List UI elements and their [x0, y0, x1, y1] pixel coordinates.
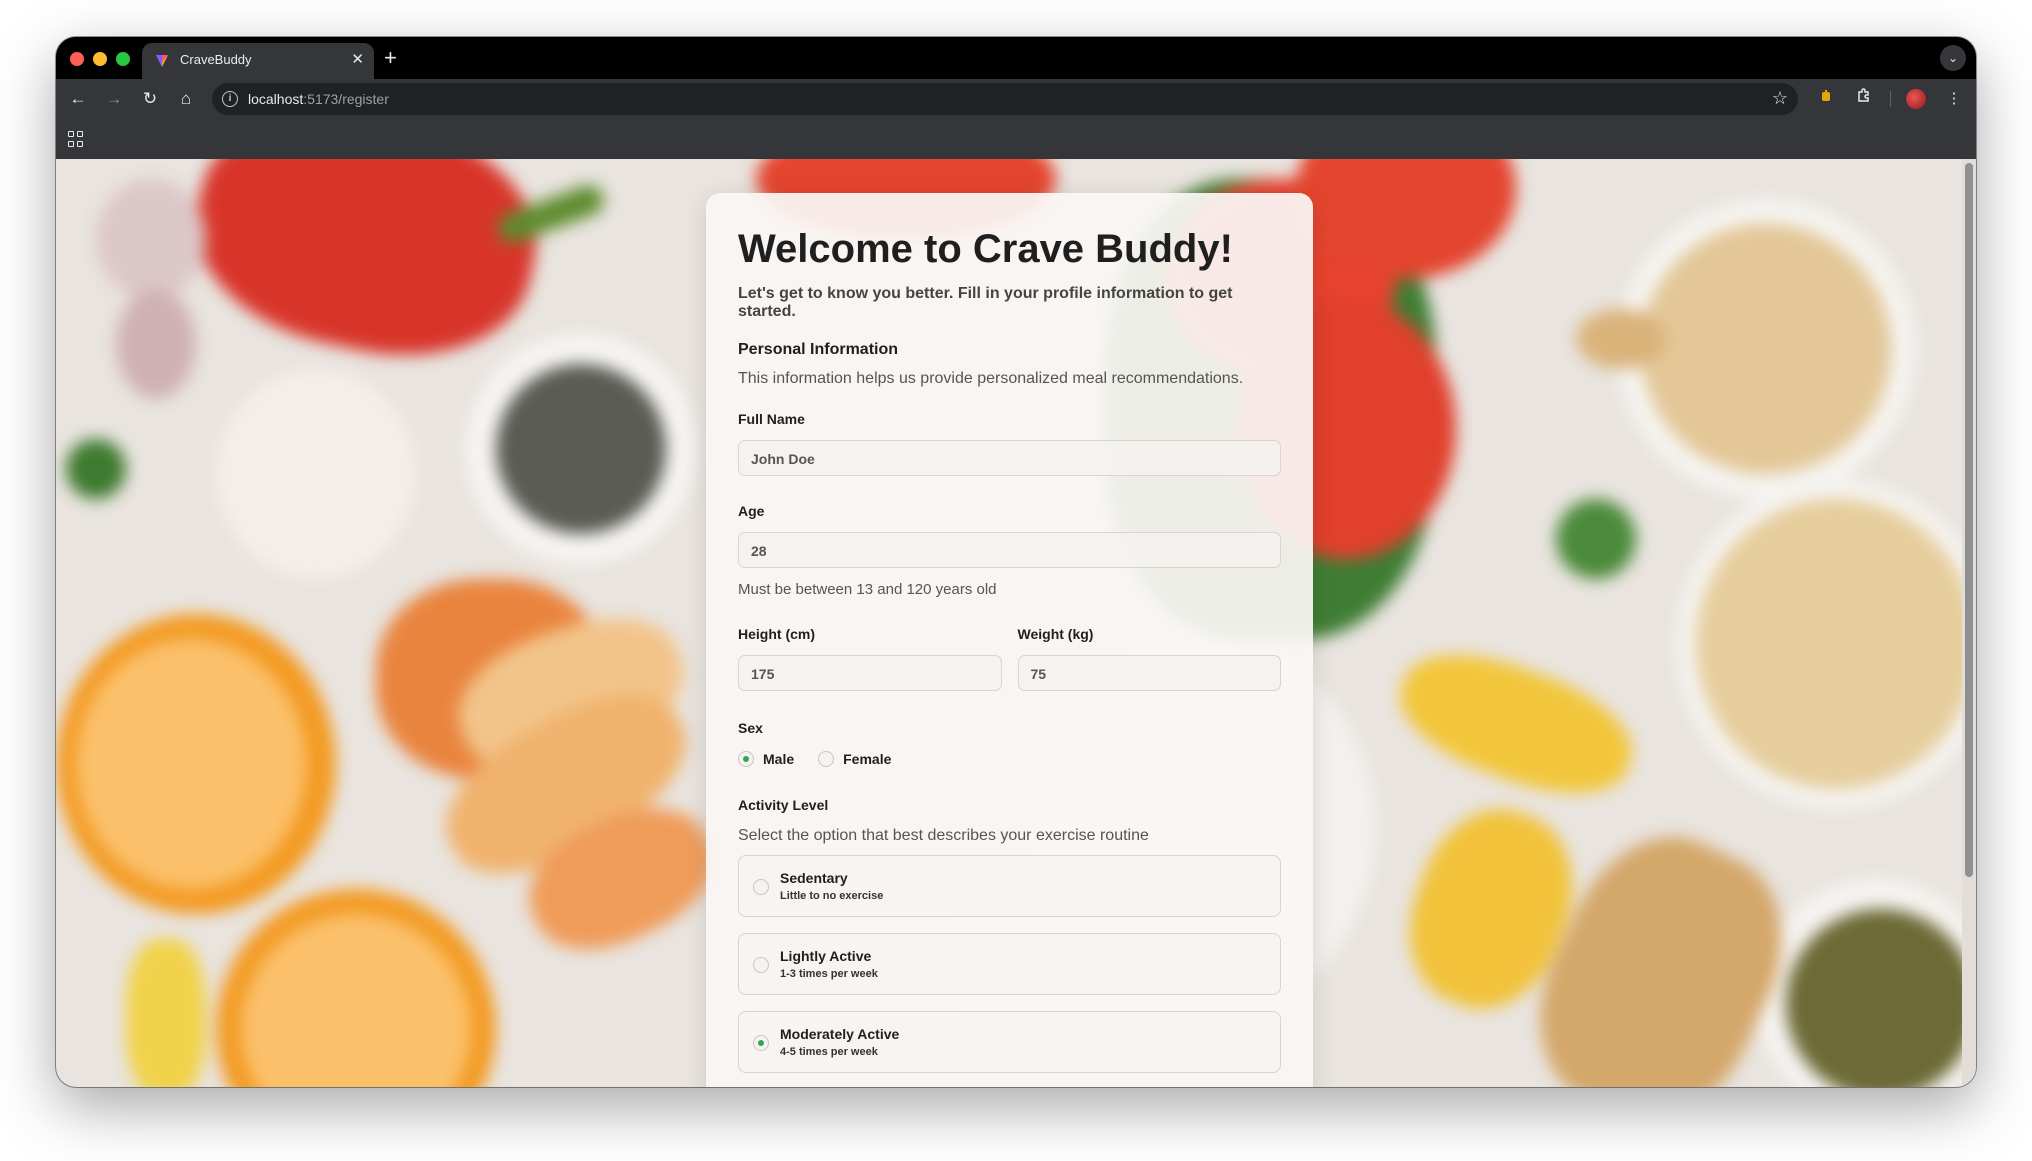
age-group: Age 28 Must be between 13 and 120 years … — [738, 503, 1281, 598]
address-url: localhost:5173/register — [248, 91, 389, 107]
activity-option-name: Lightly Active — [780, 948, 872, 964]
age-label: Age — [738, 503, 765, 519]
sedentary-radio[interactable] — [753, 879, 769, 895]
activity-option-name: Moderately Active — [780, 1026, 900, 1042]
female-label: Female — [843, 751, 892, 767]
cravebuddy-favicon-icon — [156, 55, 168, 67]
male-label: Male — [763, 751, 795, 767]
lightly-active-radio[interactable] — [753, 957, 769, 973]
close-window-button[interactable] — [70, 52, 84, 66]
bookmark-star-icon[interactable]: ☆ — [1772, 88, 1788, 109]
male-radio[interactable] — [738, 751, 754, 767]
weight-label: Weight (kg) — [1017, 626, 1094, 642]
extensions-puzzle-icon[interactable] — [1852, 87, 1876, 111]
full-name-group: Full Name John Doe — [738, 411, 1281, 476]
moderately-active-radio[interactable] — [753, 1035, 769, 1051]
reload-icon[interactable]: ↻ — [138, 87, 162, 111]
sex-option-female[interactable]: Female — [818, 751, 891, 767]
activity-option-sedentary[interactable]: Sedentary Little to no exercise — [738, 855, 1281, 917]
site-info-icon[interactable]: i — [222, 91, 238, 107]
profile-avatar[interactable] — [1906, 89, 1926, 109]
browser-tab[interactable]: CraveBuddy ✕ — [142, 43, 374, 79]
height-group: Height (cm) 175 — [738, 626, 1002, 691]
tab-search-chevron-icon[interactable]: ⌄ — [1940, 45, 1966, 71]
activity-option-moderately-active[interactable]: Moderately Active 4-5 times per week — [738, 1011, 1281, 1073]
page-viewport: Welcome to Crave Buddy! Let's get to kno… — [56, 159, 1976, 1087]
register-card: Welcome to Crave Buddy! Let's get to kno… — [706, 193, 1313, 1087]
browser-toolbar: ← → ↻ ⌂ i localhost:5173/register ☆ ⋮ — [56, 79, 1976, 119]
tab-strip: CraveBuddy ✕ + ⌄ — [56, 37, 1976, 79]
home-icon[interactable]: ⌂ — [174, 87, 198, 111]
browser-window: CraveBuddy ✕ + ⌄ ← → ↻ ⌂ i localhost:517… — [56, 37, 1976, 1087]
activity-description: Select the option that best describes yo… — [738, 827, 1149, 844]
height-input[interactable]: 175 — [738, 655, 1002, 691]
activity-option-desc: 4-5 times per week — [780, 1046, 878, 1058]
section-title: Personal Information — [738, 341, 899, 358]
age-input[interactable]: 28 — [738, 532, 1281, 568]
tab-title: CraveBuddy — [180, 52, 252, 67]
age-helper-text: Must be between 13 and 120 years old — [738, 581, 997, 598]
activity-option-lightly-active[interactable]: Lightly Active 1-3 times per week — [738, 933, 1281, 995]
menu-kebab-icon[interactable]: ⋮ — [1942, 87, 1966, 111]
full-name-label: Full Name — [738, 411, 805, 427]
height-weight-row: Height (cm) 175 Weight (kg) 75 — [738, 626, 1281, 691]
activity-option-desc: 1-3 times per week — [780, 968, 878, 980]
forward-arrow-icon[interactable]: → — [102, 87, 126, 111]
toolbar-separator — [1890, 91, 1891, 107]
female-radio[interactable] — [818, 751, 835, 767]
page-scrollbar[interactable] — [1962, 159, 1976, 1087]
weight-input[interactable]: 75 — [1017, 655, 1281, 691]
new-tab-icon[interactable]: + — [384, 45, 397, 71]
page-subtitle: Let's get to know you better. Fill in yo… — [738, 285, 1233, 320]
activity-option-desc: Little to no exercise — [780, 890, 884, 902]
activity-option-name: Sedentary — [780, 870, 848, 886]
activity-group: Activity Level Select the option that be… — [738, 797, 1281, 1087]
activity-label: Activity Level — [738, 797, 829, 813]
weight-group: Weight (kg) 75 — [1017, 626, 1281, 691]
tab-close-icon[interactable]: ✕ — [351, 50, 364, 70]
address-bar[interactable]: i localhost:5173/register ☆ — [212, 83, 1798, 115]
page-scrollbar-thumb[interactable] — [1965, 163, 1973, 877]
maximize-window-button[interactable] — [116, 52, 130, 66]
minimize-window-button[interactable] — [93, 52, 107, 66]
extension-badge-icon[interactable] — [1814, 87, 1838, 111]
section-description: This information helps us provide person… — [738, 370, 1244, 387]
sex-group: Sex Male Female — [738, 720, 1281, 767]
back-arrow-icon[interactable]: ← — [66, 87, 90, 111]
sex-label: Sex — [738, 720, 763, 736]
height-label: Height (cm) — [738, 626, 815, 642]
apps-grid-icon[interactable] — [68, 131, 84, 147]
bookmarks-bar — [56, 119, 1976, 159]
sex-option-male[interactable]: Male — [738, 751, 794, 767]
page-title: Welcome to Crave Buddy! — [738, 227, 1233, 271]
full-name-input[interactable]: John Doe — [738, 440, 1281, 476]
